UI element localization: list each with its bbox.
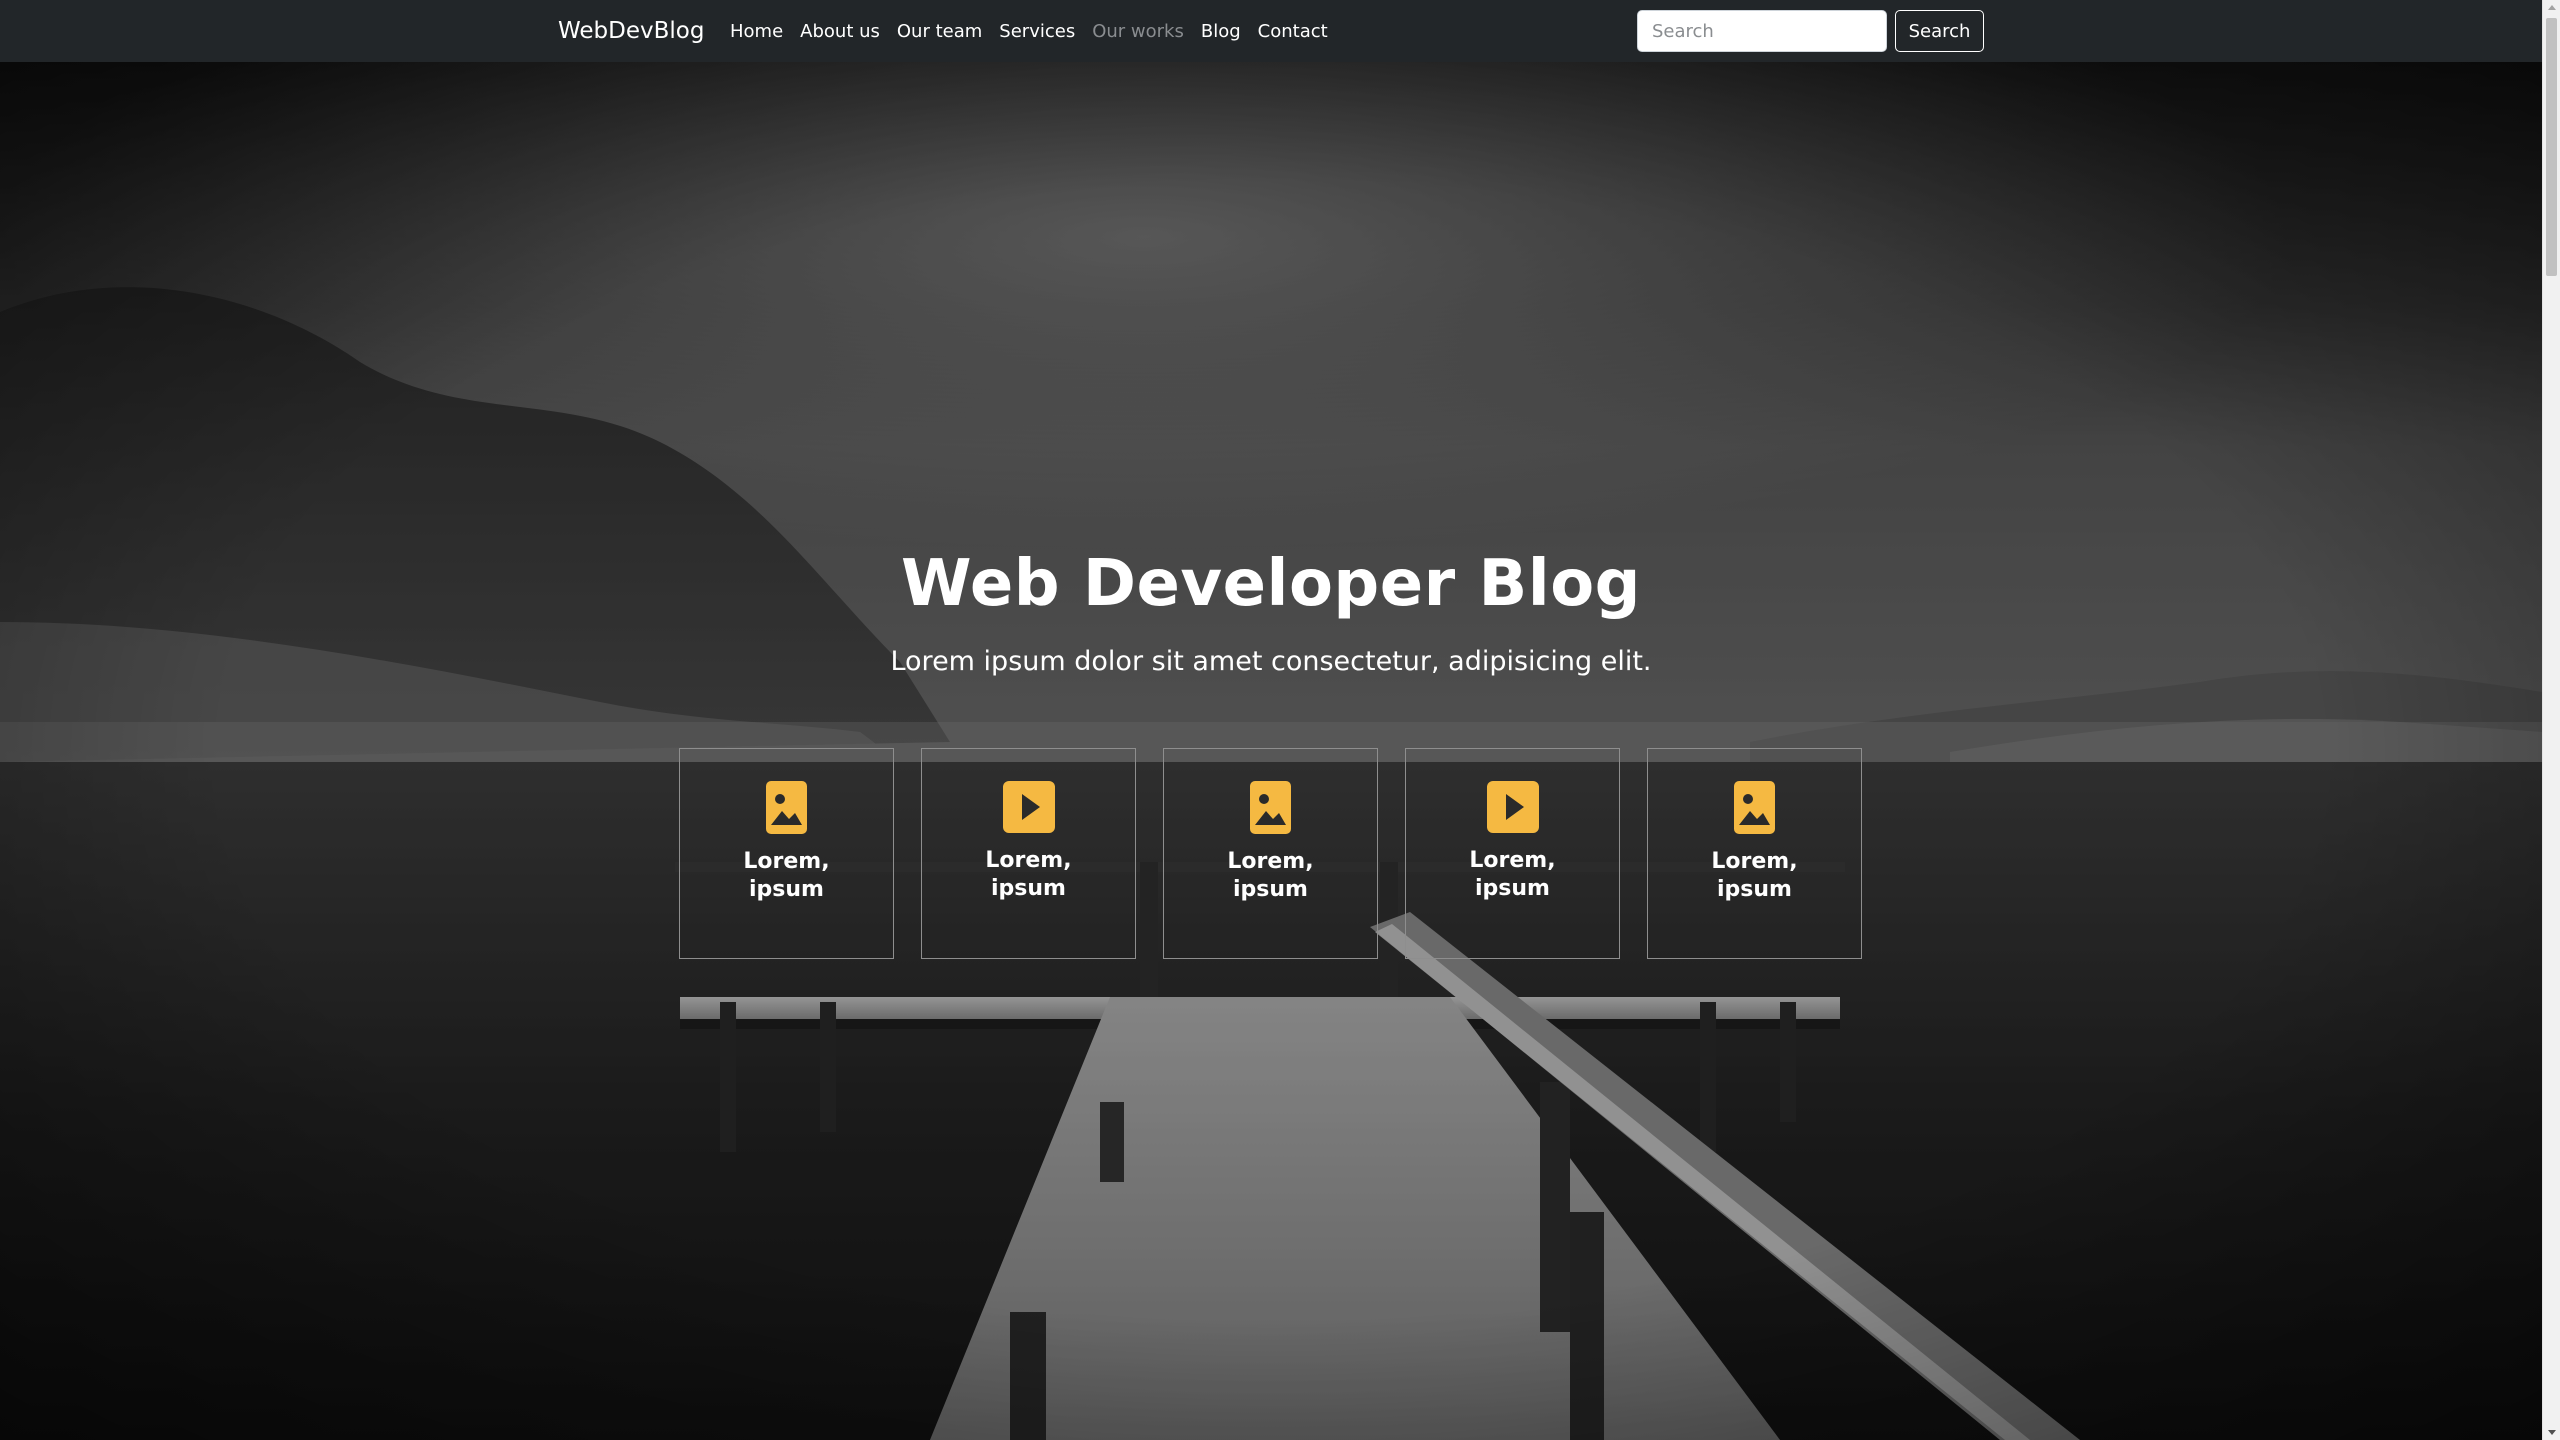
scrollbar-thumb[interactable] <box>2546 18 2557 276</box>
scroll-down-arrow-icon[interactable] <box>2548 1430 2556 1435</box>
nav-link-our-works[interactable]: Our works <box>1092 21 1184 42</box>
nav-link-home[interactable]: Home <box>730 21 783 42</box>
brand-logo[interactable]: WebDevBlog <box>558 0 704 62</box>
card-label: Lorem, ipsum <box>743 849 830 902</box>
feature-card[interactable]: Lorem, ipsum <box>1647 748 1862 959</box>
nav-links: Home About us Our team Services Our work… <box>730 0 1345 62</box>
image-icon <box>1250 781 1291 834</box>
nav-link-services[interactable]: Services <box>999 21 1075 42</box>
card-label: Lorem, ipsum <box>1711 849 1798 902</box>
search-button[interactable]: Search <box>1895 10 1984 52</box>
play-icon <box>1002 781 1055 833</box>
play-icon <box>1486 781 1539 833</box>
nav-link-our-team[interactable]: Our team <box>897 21 982 42</box>
image-icon <box>1734 781 1775 834</box>
card-label: Lorem, ipsum <box>1227 849 1314 902</box>
card-label: Lorem, ipsum <box>1469 848 1556 901</box>
nav-link-blog[interactable]: Blog <box>1201 21 1241 42</box>
page-scrollbar[interactable] <box>2542 0 2560 1440</box>
feature-card[interactable]: Lorem, ipsum <box>679 748 894 959</box>
nav-link-about-us[interactable]: About us <box>800 21 880 42</box>
card-label: Lorem, ipsum <box>985 848 1072 901</box>
nav-link-contact[interactable]: Contact <box>1258 21 1328 42</box>
hero-subtitle: Lorem ipsum dolor sit amet consectetur, … <box>890 646 1652 677</box>
feature-card[interactable]: Lorem, ipsum <box>1163 748 1378 959</box>
image-icon <box>766 781 807 834</box>
hero-title: Web Developer Blog <box>901 547 1641 621</box>
search-input[interactable] <box>1637 10 1887 52</box>
navbar: WebDevBlog Home About us Our team Servic… <box>0 0 2542 62</box>
feature-cards: Lorem, ipsum Lorem, ipsum Lorem, ipsum L… <box>679 748 1862 959</box>
hero-section: Web Developer Blog Lorem ipsum dolor sit… <box>0 62 2542 1440</box>
feature-card[interactable]: Lorem, ipsum <box>1405 748 1620 959</box>
feature-card[interactable]: Lorem, ipsum <box>921 748 1136 959</box>
scroll-up-arrow-icon[interactable] <box>2548 5 2556 10</box>
